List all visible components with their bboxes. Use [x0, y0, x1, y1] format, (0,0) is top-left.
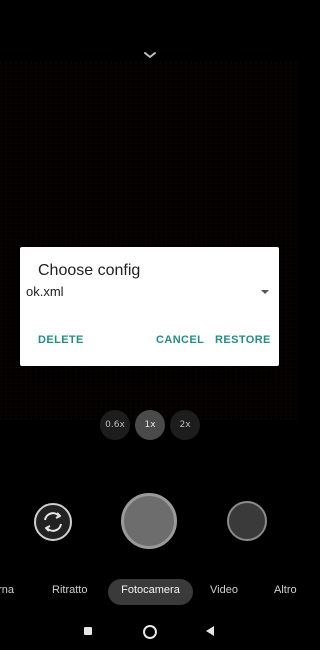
mode-video[interactable]: Video: [210, 584, 238, 596]
choose-config-dialog: Choose config ok.xml DELETE CANCEL RESTO…: [20, 247, 279, 366]
switch-camera-icon[interactable]: [33, 502, 73, 542]
shutter-button[interactable]: [121, 493, 177, 549]
zoom-0-6x-button[interactable]: 0.6x: [100, 410, 130, 440]
config-selected-value: ok.xml: [26, 284, 64, 299]
mode-notturna[interactable]: urna: [0, 584, 14, 596]
delete-button[interactable]: DELETE: [38, 334, 84, 346]
zoom-2x-button[interactable]: 2x: [170, 410, 200, 440]
mode-selector: urna Ritratto Fotocamera Video Altro: [0, 577, 300, 607]
restore-button[interactable]: RESTORE: [215, 334, 271, 346]
mode-fotocamera[interactable]: Fotocamera: [108, 579, 193, 605]
mode-altro[interactable]: Altro: [274, 584, 297, 596]
chevron-down-icon[interactable]: [143, 50, 157, 60]
recents-square-icon[interactable]: [84, 627, 92, 635]
home-circle-icon[interactable]: [143, 625, 157, 639]
dialog-title: Choose config: [38, 262, 141, 279]
cancel-button[interactable]: CANCEL: [156, 334, 204, 346]
gallery-thumbnail[interactable]: [227, 501, 267, 541]
back-triangle-icon[interactable]: [206, 626, 214, 636]
viewfinder: [0, 60, 300, 420]
mode-ritratto[interactable]: Ritratto: [52, 584, 87, 596]
zoom-1x-button[interactable]: 1x: [135, 410, 165, 440]
dropdown-arrow-icon: [261, 290, 269, 294]
config-dropdown[interactable]: ok.xml: [25, 283, 269, 303]
mode-fotocamera-label: Fotocamera: [121, 584, 180, 596]
camera-screen: Choose config ok.xml DELETE CANCEL RESTO…: [0, 0, 300, 650]
